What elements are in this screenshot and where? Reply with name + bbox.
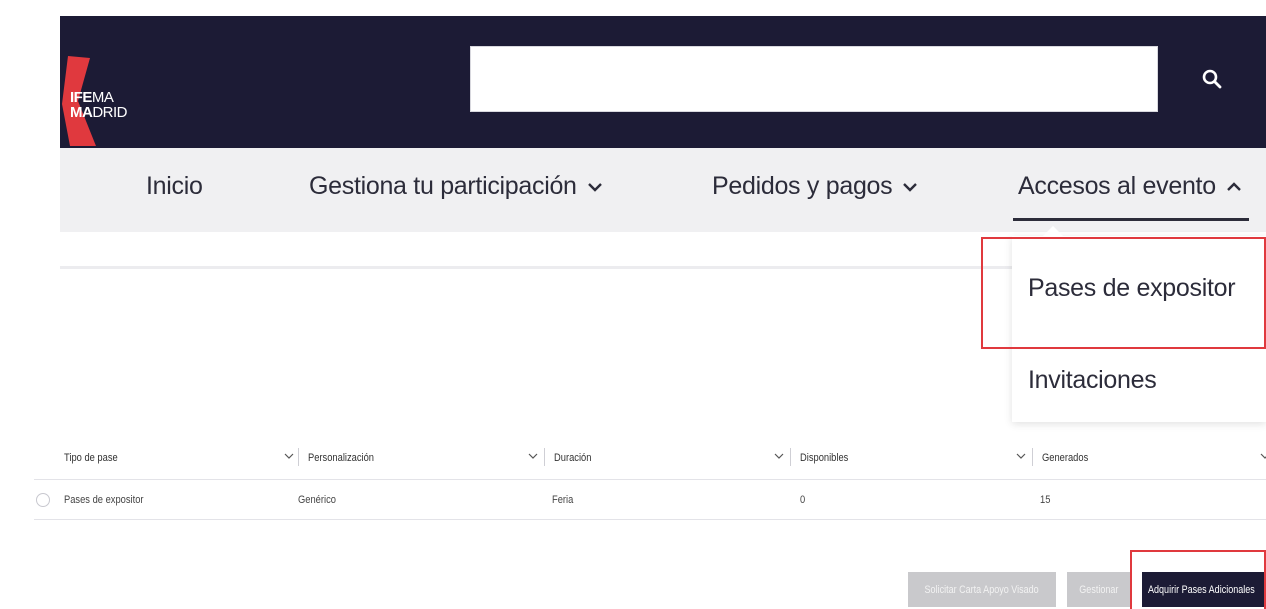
column-separator [1032, 448, 1033, 466]
column-header-tipo[interactable]: Tipo de pase [64, 452, 118, 464]
column-separator [298, 448, 299, 466]
nav-item-label: Accesos al evento [1018, 172, 1216, 200]
table-row[interactable]: Pases de expositor Genérico Feria 0 15 [34, 481, 1266, 520]
sort-chevron-icon[interactable] [1260, 453, 1266, 460]
button-label: Solicitar Carta Apoyo Visado [924, 583, 1040, 596]
sort-chevron-icon[interactable] [284, 453, 294, 460]
main-nav: Inicio Gestiona tu participación Pedidos… [60, 148, 1266, 232]
manage-button[interactable]: Gestionar [1067, 572, 1131, 607]
column-header-duracion[interactable]: Duración [554, 452, 591, 464]
logo-line2-thin: DRID [92, 104, 127, 121]
button-label: Gestionar [1079, 583, 1119, 596]
chevron-up-icon [1226, 181, 1241, 191]
cell-generados: 15 [1040, 494, 1051, 506]
logo-wordmark: IFEMA MADRID [70, 90, 127, 120]
chevron-down-icon [903, 182, 918, 192]
search-icon [1202, 69, 1222, 89]
dropdown-item-label: Invitaciones [1028, 366, 1157, 394]
sort-chevron-icon[interactable] [1016, 453, 1026, 460]
sort-chevron-icon[interactable] [774, 453, 784, 460]
highlight-acquire-button [1130, 550, 1266, 609]
nav-item-pedidos[interactable]: Pedidos y pagos [712, 172, 918, 201]
column-separator [790, 448, 791, 466]
nav-item-inicio[interactable]: Inicio [146, 172, 203, 201]
highlight-pases-expositor [981, 237, 1266, 349]
chevron-down-icon [587, 182, 602, 192]
cell-disponibles: 0 [800, 494, 806, 506]
column-header-generados[interactable]: Generados [1042, 452, 1088, 464]
cell-personalizacion: Genérico [298, 494, 336, 506]
table-header-row: Tipo de pase Personalización Duración Di… [34, 440, 1266, 480]
nav-item-label: Pedidos y pagos [712, 172, 893, 200]
cell-duracion: Feria [552, 494, 574, 506]
active-nav-underline [1013, 218, 1249, 221]
column-header-personalizacion[interactable]: Personalización [308, 452, 374, 464]
row-select-radio[interactable] [36, 493, 50, 507]
nav-item-label: Inicio [146, 172, 203, 200]
search-button[interactable] [1158, 46, 1266, 112]
ifema-logo[interactable]: IFEMA MADRID [60, 56, 160, 146]
dropdown-item-invitaciones[interactable]: Invitaciones [1028, 366, 1157, 395]
column-header-disponibles[interactable]: Disponibles [800, 452, 848, 464]
search-input[interactable] [471, 47, 1157, 111]
search-box [470, 46, 1158, 112]
sort-chevron-icon[interactable] [528, 453, 538, 460]
header-bar: IFEMA MADRID [60, 16, 1266, 148]
nav-item-gestiona[interactable]: Gestiona tu participación [309, 172, 603, 201]
nav-item-label: Gestiona tu participación [309, 172, 577, 200]
cell-tipo: Pases de expositor [64, 494, 144, 506]
logo-line2-bold: MA [70, 104, 93, 121]
dropdown-pointer [1042, 226, 1064, 237]
request-visa-letter-button[interactable]: Solicitar Carta Apoyo Visado [908, 572, 1056, 607]
nav-item-accesos[interactable]: Accesos al evento [1018, 172, 1242, 201]
column-separator [544, 448, 545, 466]
